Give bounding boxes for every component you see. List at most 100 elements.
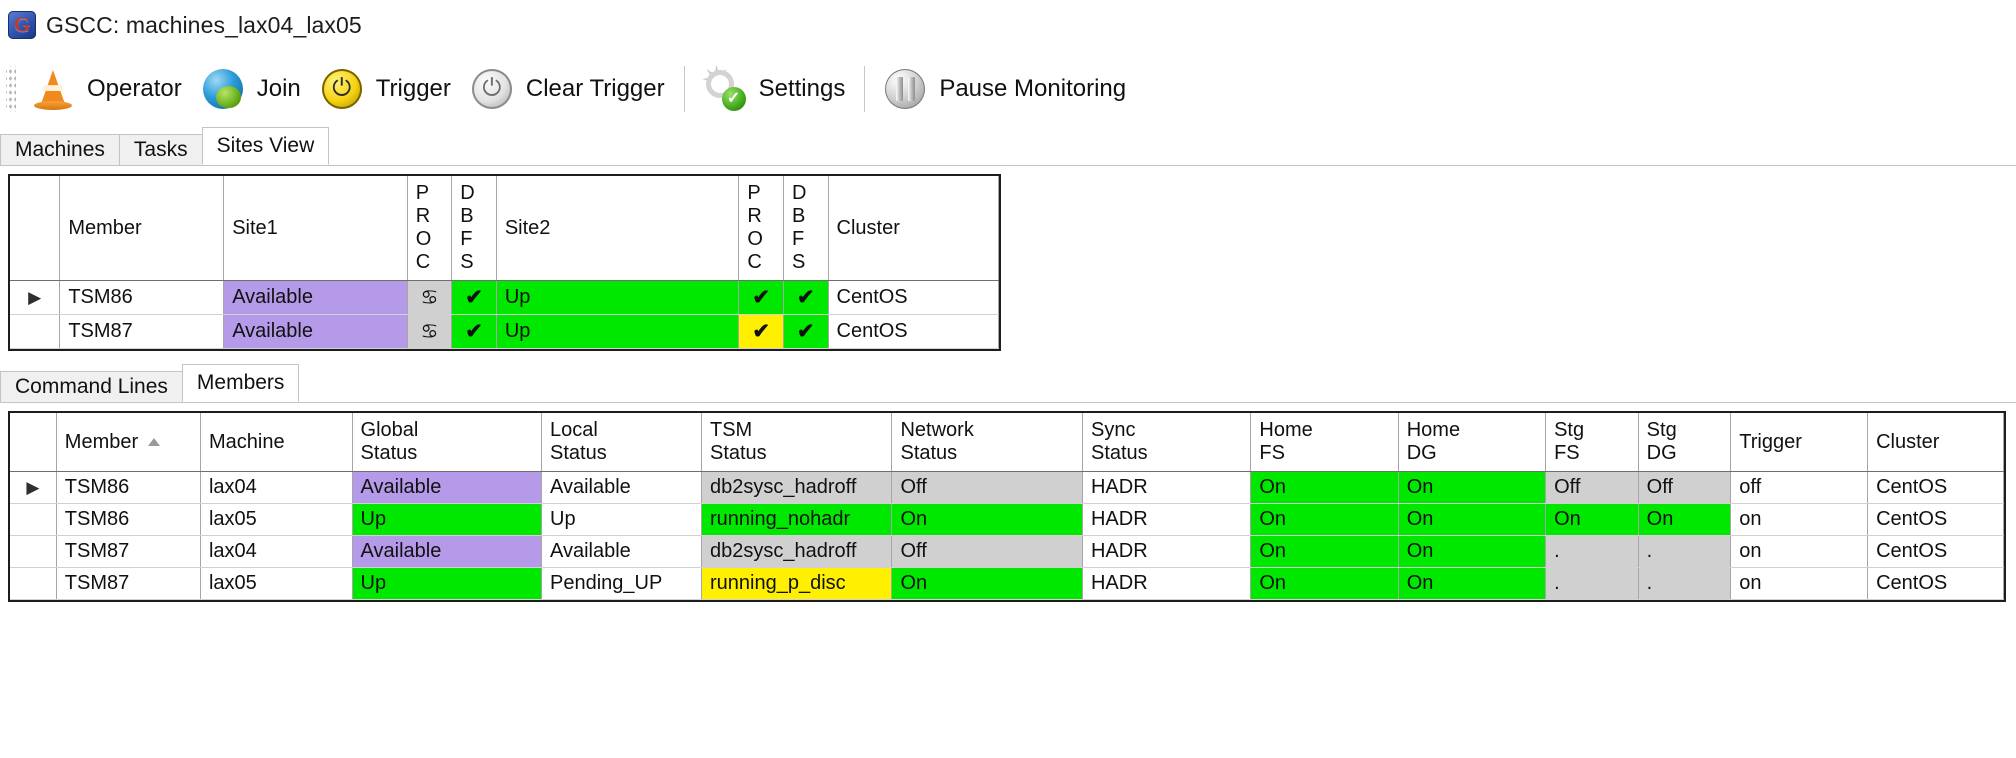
sites-cell-site1-dbfs[interactable]: ✔ [451,280,497,315]
members-header-member[interactable]: Member [56,413,201,472]
members-cell-network-status[interactable]: On [891,567,1083,600]
members-cell-network-status[interactable]: Off [891,535,1083,568]
members-header-local-status[interactable]: Local Status [541,413,702,472]
sites-cell-site1-proc[interactable]: ♋ [407,280,453,315]
toolbar-button-clear-trigger[interactable]: ⏻ Clear Trigger [461,58,675,120]
members-cell-tsm-status[interactable]: running_p_disc [701,567,893,600]
sites-cell-site1-dbfs[interactable]: ✔ [451,314,497,349]
toolbar-button-pause-monitoring[interactable]: Pause Monitoring [874,58,1136,120]
sites-header-member[interactable]: Member [59,176,225,281]
members-cell-machine[interactable]: lax05 [200,503,353,536]
sites-table-row[interactable]: ▶ TSM86 Available ♋ ✔ Up ✔ ✔ CentOS [10,280,999,315]
members-cell-stg-fs[interactable]: On [1545,503,1639,536]
members-cell-cluster[interactable]: CentOS [1867,535,2004,568]
members-cell-member[interactable]: TSM86 [56,471,201,504]
members-cell-cluster[interactable]: CentOS [1867,503,2004,536]
members-cell-stg-fs[interactable]: . [1545,535,1639,568]
sites-cell-site1-proc[interactable]: ♋ [407,314,453,349]
members-cell-global-status[interactable]: Up [352,567,543,600]
members-cell-home-dg[interactable]: On [1398,471,1547,504]
sites-cell-site2-proc[interactable]: ✔ [738,280,784,315]
sites-cell-site2[interactable]: Up [496,314,740,349]
members-header-trigger[interactable]: Trigger [1730,413,1869,472]
toolbar-button-join[interactable]: Join [192,58,311,120]
tab-machines[interactable]: Machines [0,134,120,165]
members-cell-machine[interactable]: lax04 [200,535,353,568]
members-cell-network-status[interactable]: Off [891,471,1083,504]
members-cell-home-fs[interactable]: On [1250,535,1399,568]
sites-cell-member[interactable]: TSM86 [59,280,225,315]
members-header-machine[interactable]: Machine [200,413,353,472]
members-cell-stg-fs[interactable]: . [1545,567,1639,600]
sites-cell-member[interactable]: TSM87 [59,314,225,349]
members-cell-home-fs[interactable]: On [1250,503,1399,536]
sites-row-indicator[interactable]: ▶ [10,280,61,315]
toolbar-button-settings[interactable]: ✓ Settings [694,58,856,120]
sites-cell-site1[interactable]: Available [223,280,408,315]
members-cell-home-dg[interactable]: On [1398,535,1547,568]
members-row-indicator[interactable] [10,503,57,536]
sites-cell-cluster[interactable]: CentOS [828,280,999,315]
sites-cell-site1[interactable]: Available [223,314,408,349]
sites-header-cluster[interactable]: Cluster [828,176,999,281]
sites-cell-site2[interactable]: Up [496,280,740,315]
toolbar-button-trigger[interactable]: ⏻ Trigger [311,58,461,120]
sites-cell-cluster[interactable]: CentOS [828,314,999,349]
members-header-home-dg[interactable]: Home DG [1398,413,1547,472]
sites-header-site2-proc[interactable]: P R O C [738,176,784,281]
members-cell-trigger[interactable]: on [1730,535,1869,568]
tab-tasks[interactable]: Tasks [118,134,203,165]
members-header-home-fs[interactable]: Home FS [1250,413,1399,472]
members-cell-home-dg[interactable]: On [1398,567,1547,600]
sites-cell-site2-proc[interactable]: ✔ [738,314,784,349]
members-cell-member[interactable]: TSM87 [56,567,201,600]
sites-table-row[interactable]: TSM87 Available ♋ ✔ Up ✔ ✔ CentOS [10,314,999,349]
sites-header-site1-dbfs[interactable]: D B F S [451,176,497,281]
members-cell-trigger[interactable]: off [1730,471,1869,504]
members-cell-machine[interactable]: lax04 [200,471,353,504]
members-table-row[interactable]: ▶ TSM86 lax04 Available Available db2sysc_had… [10,471,2004,504]
toolbar-button-operator[interactable]: Operator [22,58,192,120]
sites-header-site2[interactable]: Site2 [496,176,740,281]
members-cell-local-status[interactable]: Pending_UP [541,567,702,600]
members-cell-sync-status[interactable]: HADR [1082,567,1252,600]
members-cell-machine[interactable]: lax05 [200,567,353,600]
members-row-indicator[interactable]: ▶ [10,471,57,504]
members-cell-local-status[interactable]: Available [541,535,702,568]
sites-cell-site2-dbfs[interactable]: ✔ [783,280,829,315]
members-cell-global-status[interactable]: Available [352,535,543,568]
members-cell-trigger[interactable]: on [1730,503,1869,536]
members-cell-global-status[interactable]: Available [352,471,543,504]
members-header-global-status[interactable]: Global Status [352,413,543,472]
members-header-cluster[interactable]: Cluster [1867,413,2004,472]
members-header-network-status[interactable]: Network Status [891,413,1083,472]
toolbar-drag-grip[interactable] [6,66,16,112]
members-cell-member[interactable]: TSM86 [56,503,201,536]
members-cell-stg-dg[interactable]: On [1638,503,1732,536]
sites-header-site1[interactable]: Site1 [223,176,408,281]
members-cell-local-status[interactable]: Up [541,503,702,536]
members-cell-member[interactable]: TSM87 [56,535,201,568]
members-cell-tsm-status[interactable]: db2sysc_hadroff [701,535,893,568]
sites-row-indicator[interactable] [10,314,61,349]
members-cell-home-fs[interactable]: On [1250,471,1399,504]
members-cell-home-dg[interactable]: On [1398,503,1547,536]
members-cell-cluster[interactable]: CentOS [1867,567,2004,600]
members-cell-sync-status[interactable]: HADR [1082,471,1252,504]
members-cell-home-fs[interactable]: On [1250,567,1399,600]
members-cell-sync-status[interactable]: HADR [1082,535,1252,568]
members-table-row[interactable]: TSM86 lax05 Up Up running_nohadr On HADR On On On… [10,503,2004,536]
members-header-tsm-status[interactable]: TSM Status [701,413,893,472]
sites-cell-site2-dbfs[interactable]: ✔ [783,314,829,349]
members-cell-tsm-status[interactable]: running_nohadr [701,503,893,536]
members-cell-stg-dg[interactable]: . [1638,567,1732,600]
members-cell-tsm-status[interactable]: db2sysc_hadroff [701,471,893,504]
tab-command-lines[interactable]: Command Lines [0,371,183,402]
members-header-sync-status[interactable]: Sync Status [1082,413,1252,472]
members-cell-sync-status[interactable]: HADR [1082,503,1252,536]
members-header-stg-fs[interactable]: Stg FS [1545,413,1639,472]
sites-header-site1-proc[interactable]: P R O C [407,176,453,281]
members-cell-global-status[interactable]: Up [352,503,543,536]
members-row-indicator[interactable] [10,567,57,600]
members-table-row[interactable]: TSM87 lax04 Available Available db2sysc_hadr… [10,535,2004,568]
